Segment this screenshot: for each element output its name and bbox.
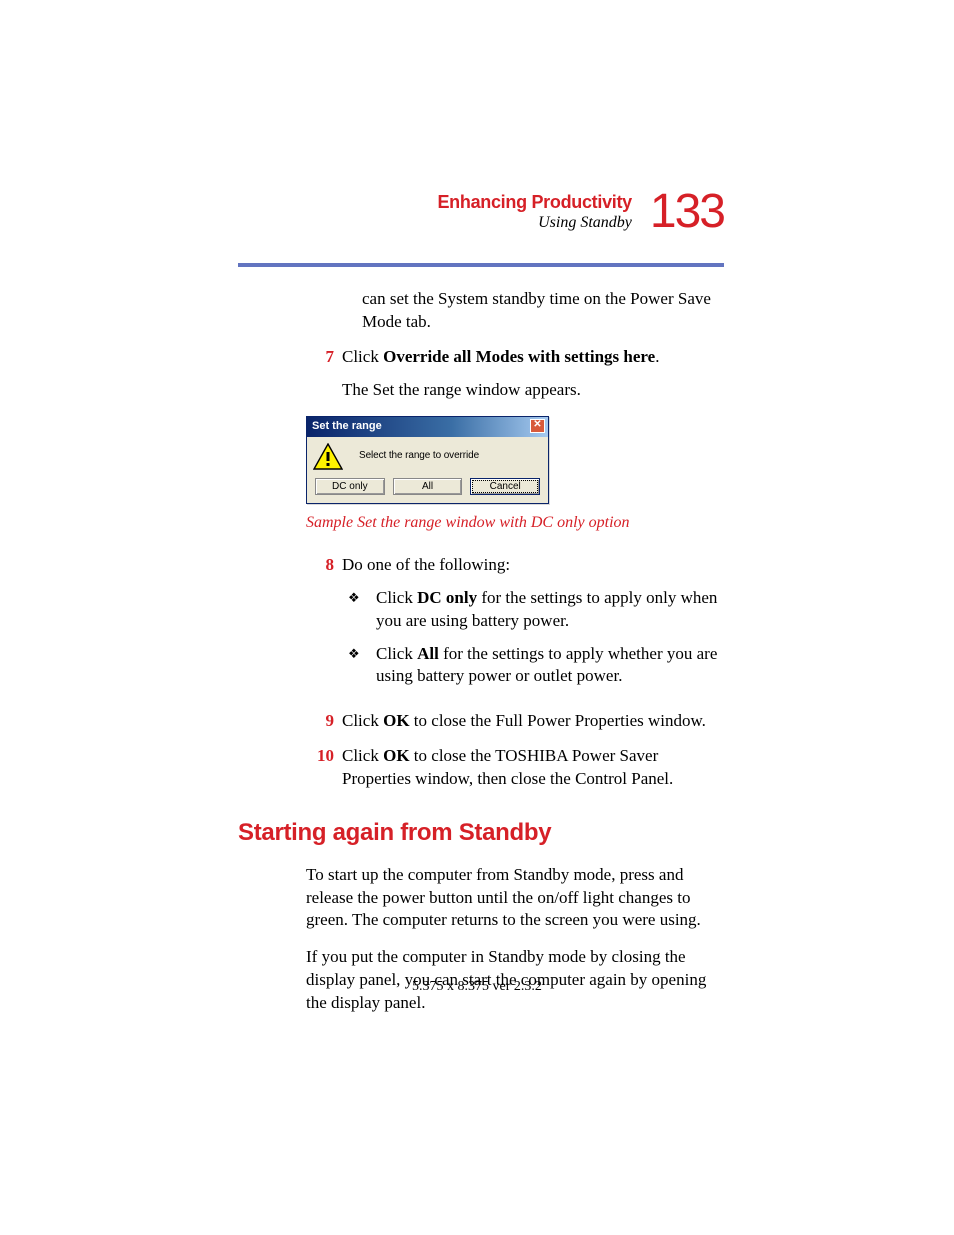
- step-number: 9: [306, 710, 334, 733]
- text-bold: OK: [383, 746, 409, 765]
- step-intro: Do one of the following:: [342, 554, 724, 577]
- step-body: Click OK to close the TOSHIBA Power Save…: [342, 745, 724, 791]
- diamond-bullet-icon: ❖: [348, 587, 368, 609]
- step-body: Do one of the following: ❖ Click DC only…: [342, 554, 724, 699]
- text-bold: OK: [383, 711, 409, 730]
- header-section: Using Standby: [437, 213, 631, 233]
- step-number: 8: [306, 554, 334, 577]
- chapter-title: Enhancing Productivity: [437, 191, 631, 214]
- running-header: Enhancing Productivity Using Standby 133: [437, 188, 724, 236]
- step-8: 8 Do one of the following: ❖ Click DC on…: [238, 554, 724, 699]
- dialog-screenshot: Set the range ✕ Select the range to over…: [306, 416, 549, 504]
- set-the-range-dialog: Set the range ✕ Select the range to over…: [306, 416, 549, 504]
- text-bold: All: [417, 644, 439, 663]
- cancel-button[interactable]: Cancel: [470, 478, 540, 496]
- page-number: 133: [650, 188, 724, 236]
- dialog-button-row: DC only All Cancel: [307, 476, 548, 504]
- list-item: ❖ Click All for the settings to apply wh…: [342, 643, 724, 689]
- main-content: can set the System standby time on the P…: [238, 288, 724, 1015]
- text: Click: [342, 746, 383, 765]
- page-footer: 5.375 x 8.375 ver 2.3.2: [0, 979, 954, 995]
- text: .: [655, 347, 659, 366]
- text-bold: DC only: [417, 588, 477, 607]
- warning-icon: [313, 443, 343, 470]
- step-9: 9 Click OK to close the Full Power Prope…: [238, 710, 724, 733]
- header-divider: [238, 263, 724, 267]
- step-number: 7: [306, 346, 334, 369]
- step-body: Click Override all Modes with settings h…: [342, 346, 724, 402]
- text: to close the Full Power Properties windo…: [410, 711, 706, 730]
- all-button[interactable]: All: [393, 478, 463, 496]
- carry-over-paragraph: can set the System standby time on the P…: [238, 288, 724, 334]
- text: Click: [342, 347, 383, 366]
- dialog-titlebar: Set the range ✕: [307, 417, 548, 437]
- diamond-bullet-icon: ❖: [348, 643, 368, 665]
- list-item: ❖ Click DC only for the settings to appl…: [342, 587, 724, 633]
- dialog-body: Select the range to override: [307, 437, 548, 476]
- header-text-block: Enhancing Productivity Using Standby: [437, 191, 631, 234]
- figure-caption: Sample Set the range window with DC only…: [306, 512, 724, 534]
- dialog-title: Set the range: [312, 419, 382, 434]
- text-bold: Override all Modes with settings here: [383, 347, 655, 366]
- body-paragraph: To start up the computer from Standby mo…: [306, 864, 724, 933]
- close-icon[interactable]: ✕: [530, 419, 545, 433]
- text: Click: [376, 644, 417, 663]
- step-7: 7 Click Override all Modes with settings…: [238, 346, 724, 402]
- text: Click: [376, 588, 417, 607]
- section-heading: Starting again from Standby: [238, 817, 724, 849]
- dialog-message: Select the range to override: [359, 449, 479, 463]
- text: Click: [342, 711, 383, 730]
- step-follow: The Set the range window appears.: [342, 379, 724, 402]
- step-number: 10: [306, 745, 334, 768]
- document-page: Enhancing Productivity Using Standby 133…: [0, 0, 954, 1089]
- dc-only-button[interactable]: DC only: [315, 478, 385, 496]
- sub-bullet-list: ❖ Click DC only for the settings to appl…: [342, 587, 724, 689]
- step-body: Click OK to close the Full Power Propert…: [342, 710, 724, 733]
- step-10: 10 Click OK to close the TOSHIBA Power S…: [238, 745, 724, 791]
